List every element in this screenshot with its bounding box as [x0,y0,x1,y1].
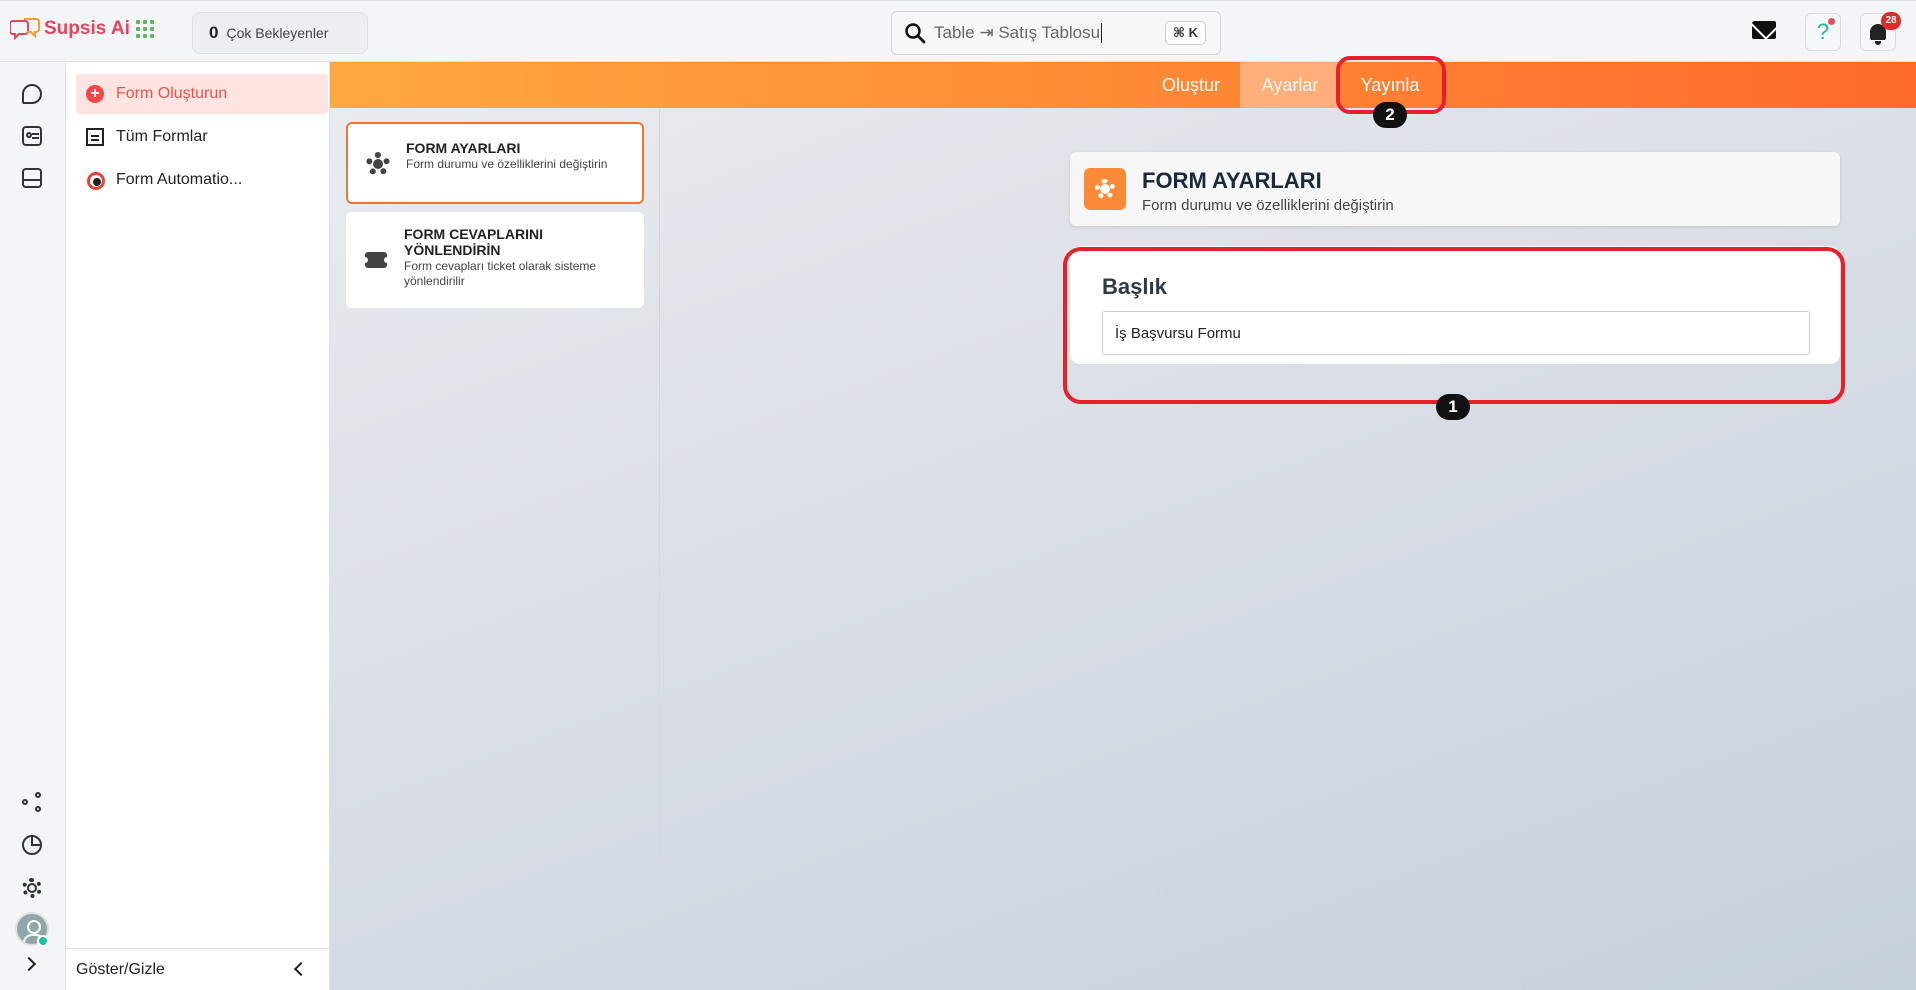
forms-list-icon [86,128,104,146]
card-subtitle: Form durumu ve özelliklerini değiştirin [406,157,608,171]
help-button[interactable]: ? [1805,13,1841,51]
apps-grid-icon[interactable] [136,20,154,38]
automation-icon [86,171,105,190]
global-search[interactable]: Table ⇥ Satış Tablosu ⌘ K [891,11,1221,55]
card-title: FORM CEVAPLARINI YÖNLENDİRİN [404,226,543,258]
highlight-form-title [1063,247,1845,404]
waiting-count: 0 [209,23,219,42]
panel-subtitle: Form durumu ve özelliklerini değiştirin [1142,197,1394,214]
contact-card-icon[interactable] [20,124,44,148]
notification-count-badge: 28 [1881,12,1901,30]
search-icon [905,23,926,44]
step-marker-1: 1 [1436,394,1470,420]
mail-icon[interactable] [1752,21,1776,39]
settings-menu: FORM AYARLARI Form durumu ve özellikleri… [330,108,660,888]
icon-rail [0,62,66,990]
card-title: FORM AYARLARI [406,140,521,156]
sidebar-item-form-automation[interactable]: Form Automatio... [76,160,328,200]
sidebar-item-label: Tüm Formlar [116,128,208,145]
sidebar-item-tum-formlar[interactable]: Tüm Formlar [76,117,328,157]
chat-icon[interactable] [20,82,44,106]
online-status-dot [37,935,49,947]
card-subtitle: Form cevapları ticket olarak sisteme yön… [404,259,597,288]
tab-olustur[interactable]: Oluştur [1142,62,1240,108]
settings-card-form-cevaplari[interactable]: FORM CEVAPLARINI YÖNLENDİRİN Form cevapl… [346,212,644,308]
sidebar-item-form-olusturun[interactable]: + Form Oluşturun [76,74,328,114]
settings-gear-icon[interactable] [20,876,44,900]
reports-pie-icon[interactable] [20,833,44,857]
inbox-icon[interactable] [20,166,44,190]
brand-logo[interactable]: Supsis Ai [10,17,130,41]
chevron-left-icon[interactable] [293,961,309,977]
step-marker-2: 2 [1373,102,1407,128]
sidebar-toggle[interactable]: Göster/Gizle [66,948,330,990]
logo-icon [10,18,40,41]
settings-card-form-ayarlari[interactable]: FORM AYARLARI Form durumu ve özellikleri… [346,122,644,204]
share-icon[interactable] [20,790,44,814]
sidebar-toggle-label: Göster/Gizle [76,960,165,978]
help-notification-dot [1828,18,1835,25]
plus-circle-icon: + [86,85,104,103]
sidebar-item-label: Form Automatio... [116,171,243,188]
chevron-right-icon[interactable] [21,956,37,972]
gear-icon [1084,168,1126,210]
waiting-counter-button[interactable]: 0 Çok Bekleyenler [192,12,368,54]
top-bar: Supsis Ai 0 Çok Bekleyenler Table ⇥ Satı… [0,0,1916,62]
sidebar-item-label: Form Oluşturun [116,85,228,102]
tab-ayarlar[interactable]: Ayarlar [1240,62,1340,108]
ticket-icon [362,248,390,272]
panel-title: FORM AYARLARI [1142,168,1322,193]
search-input[interactable]: Table ⇥ Satış Tablosu [934,23,1103,43]
panel-header: FORM AYARLARI Form durumu ve özellikleri… [1070,152,1840,226]
waiting-label: Çok Bekleyenler [226,25,329,41]
form-builder-tabs: Oluştur Ayarlar Yayınla [330,62,1916,108]
search-shortcut-hint: ⌘ K [1164,21,1206,45]
gear-icon [366,152,390,176]
notifications-button[interactable]: 28 [1860,12,1901,51]
brand-name: Supsis Ai [44,18,130,39]
forms-sidebar: + Form Oluşturun Tüm Formlar Form Automa… [66,62,330,990]
main-content: FORM AYARLARI Form durumu ve özellikleri… [330,108,1916,990]
